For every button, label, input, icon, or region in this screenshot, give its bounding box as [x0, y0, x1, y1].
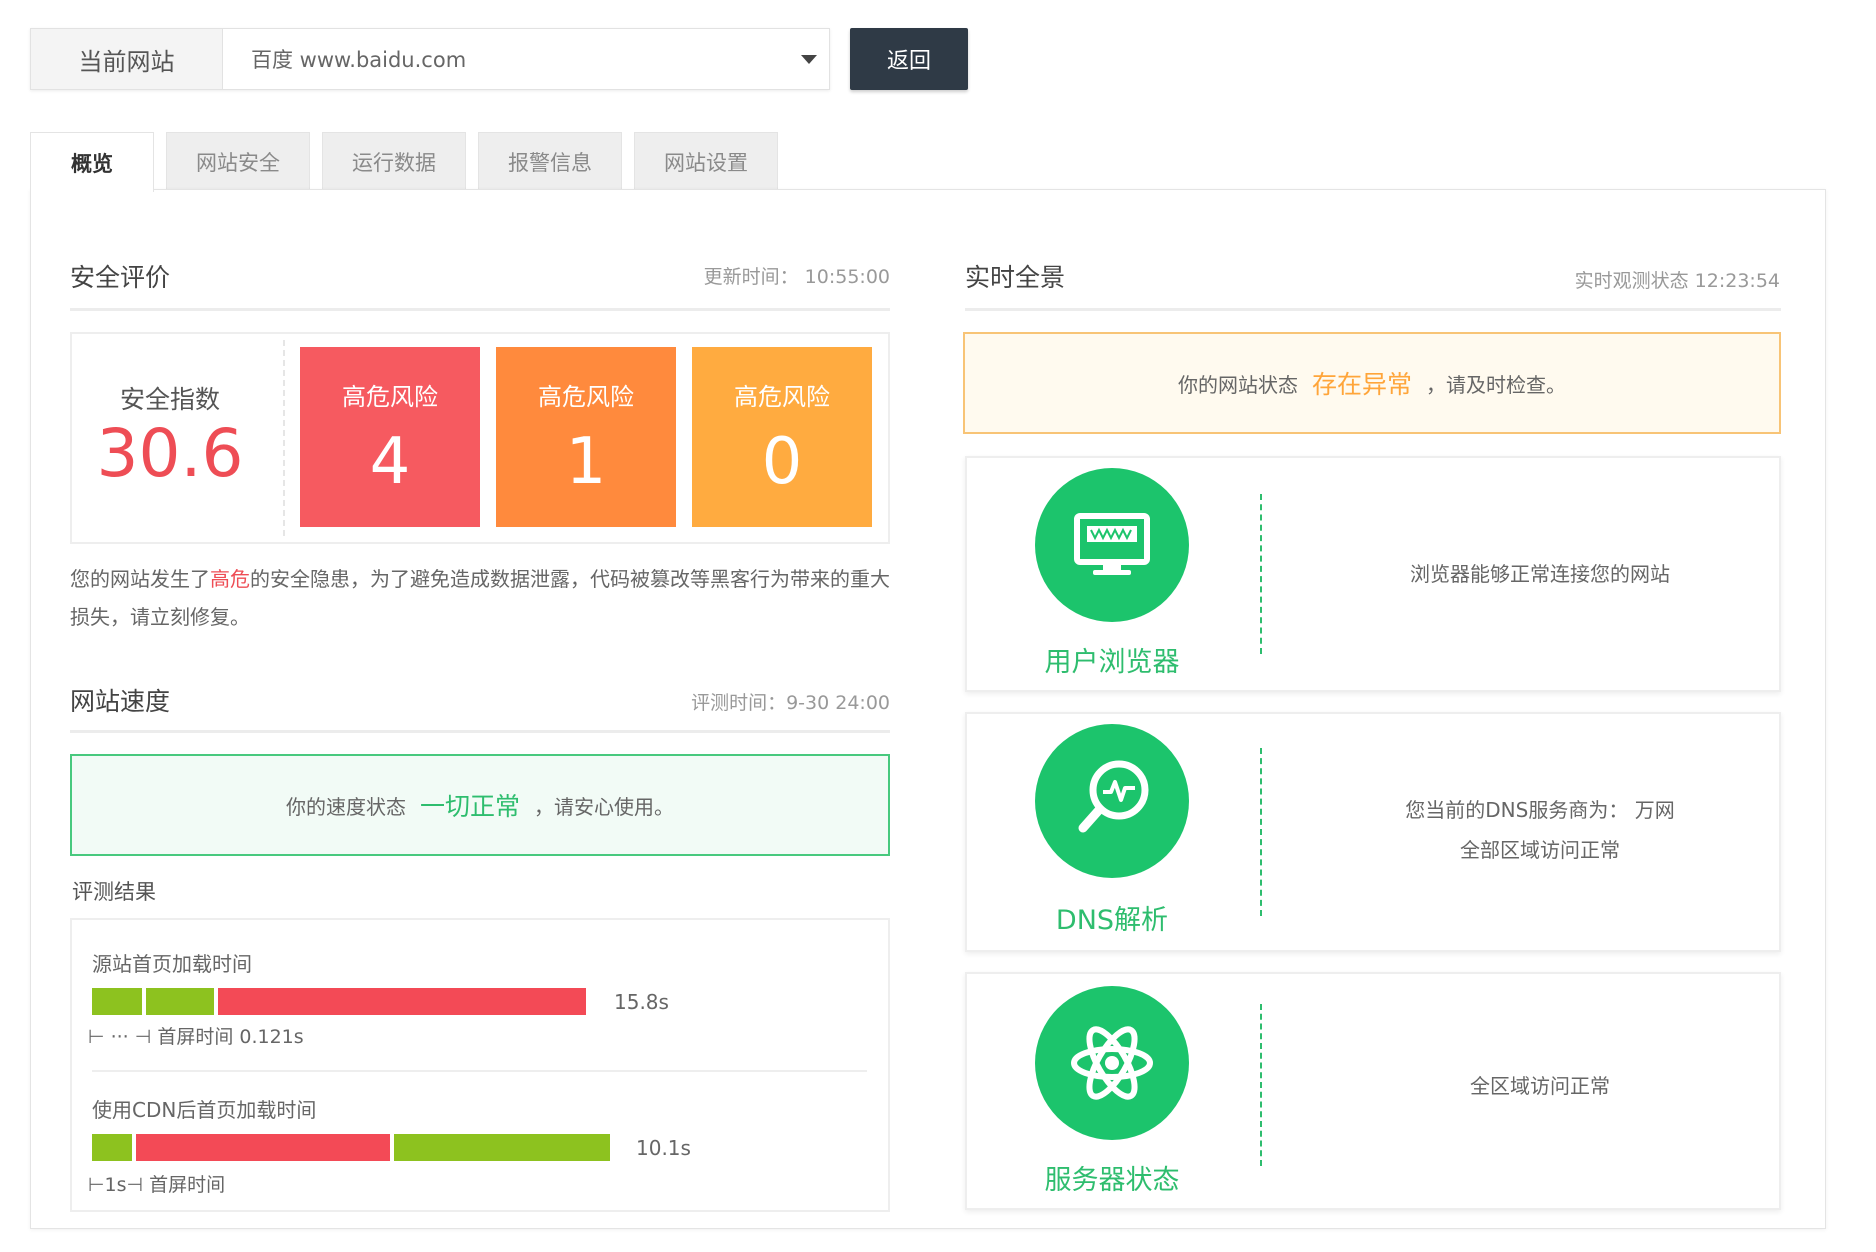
- risk-label: 高危风险: [342, 383, 438, 411]
- desc-line: 您当前的DNS服务商为： 万网: [1405, 798, 1675, 822]
- tab-site-settings[interactable]: 网站设置: [634, 132, 778, 190]
- bar-segment-green: [92, 988, 142, 1015]
- warning-highlight: 高危: [210, 567, 250, 591]
- risk-label: 高危风险: [538, 383, 634, 411]
- card-description: 浏览器能够正常连接您的网站: [1320, 554, 1760, 594]
- security-update-time: 更新时间： 10:55:00: [703, 266, 890, 288]
- bar-segment-green: [146, 988, 214, 1015]
- realtime-observe-time: 实时观测状态 12:23:54: [1574, 270, 1780, 292]
- desc-line: 浏览器能够正常连接您的网站: [1410, 562, 1670, 586]
- site-status-alert: 你的网站状态 存在异常 ，请及时检查。: [963, 332, 1781, 434]
- risk-count: 1: [565, 425, 607, 499]
- status-value: 一切正常: [419, 792, 520, 821]
- dns-search-icon: [1035, 724, 1189, 878]
- card-label: 用户浏览器: [1044, 647, 1180, 678]
- risk-card-low[interactable]: 高危风险 0: [692, 347, 872, 527]
- divider: [1260, 1004, 1262, 1166]
- bar-segment-green: [394, 1134, 610, 1161]
- security-title: 安全评价: [70, 263, 171, 292]
- desc-line: 全部区域访问正常: [1460, 838, 1620, 862]
- score-value: 30.6: [96, 415, 244, 492]
- status-suffix: ，请安心使用。: [534, 794, 674, 819]
- metric-note: ⊢1s⊣ 首屏时间: [88, 1174, 226, 1196]
- site-select-value[interactable]: 百度 www.baidu.com: [251, 29, 466, 89]
- score-label: 安全指数: [119, 385, 220, 414]
- divider: [283, 340, 285, 536]
- card-description: 全区域访问正常: [1320, 1066, 1760, 1106]
- card-description: 您当前的DNS服务商为： 万网 全部区域访问正常: [1320, 790, 1760, 870]
- desc-line: 全区域访问正常: [1470, 1074, 1610, 1098]
- alert-suffix: ，请及时检查。: [1426, 372, 1566, 397]
- tab-run-data[interactable]: 运行数据: [322, 132, 466, 190]
- divider: [70, 730, 890, 733]
- divider: [965, 308, 1781, 311]
- tab-alerts[interactable]: 报警信息: [478, 132, 622, 190]
- speed-eval-time: 评测时间：9-30 24:00: [691, 692, 890, 714]
- metric-value: 15.8s: [614, 990, 669, 1014]
- chevron-down-icon[interactable]: [801, 55, 817, 64]
- results-title: 评测结果: [72, 880, 156, 904]
- card-label: DNS解析: [1055, 905, 1169, 936]
- tab-overview[interactable]: 概览: [30, 132, 154, 192]
- realtime-title: 实时全景: [965, 263, 1066, 292]
- divider: [1260, 494, 1262, 654]
- server-atom-icon: [1035, 986, 1189, 1140]
- card-label: 服务器状态: [1044, 1165, 1180, 1196]
- tab-site-security[interactable]: 网站安全: [166, 132, 310, 190]
- site-selector[interactable]: 当前网站 百度 www.baidu.com: [30, 28, 830, 90]
- divider: [92, 1070, 867, 1072]
- metric-label: 源站首页加载时间: [92, 952, 252, 976]
- alert-prefix: 你的网站状态: [1177, 372, 1298, 397]
- speed-status-box: 你的速度状态 一切正常 ，请安心使用。: [70, 754, 890, 856]
- risk-label: 高危风险: [734, 383, 830, 411]
- status-prefix: 你的速度状态: [285, 794, 406, 819]
- divider: [70, 308, 890, 311]
- back-button[interactable]: 返回: [850, 28, 968, 90]
- security-warning-text: 您的网站发生了高危的安全隐患，为了避免造成数据泄露，代码被篡改等黑客行为带来的重…: [70, 560, 900, 636]
- site-label: 当前网站: [31, 29, 223, 89]
- metric-value: 10.1s: [636, 1136, 691, 1160]
- risk-card-medium[interactable]: 高危风险 1: [496, 347, 676, 527]
- speed-title: 网站速度: [70, 687, 171, 716]
- risk-count: 4: [369, 425, 411, 499]
- browser-monitor-icon: [1035, 468, 1189, 622]
- warning-prefix: 您的网站发生了: [70, 567, 210, 591]
- alert-value: 存在异常: [1311, 370, 1412, 399]
- bar-segment-red: [136, 1134, 390, 1161]
- bar-segment-green: [92, 1134, 132, 1161]
- risk-card-high[interactable]: 高危风险 4: [300, 347, 480, 527]
- bar-segment-red: [218, 988, 586, 1015]
- metric-note: ⊢ ··· ⊣ 首屏时间 0.121s: [88, 1026, 304, 1048]
- divider: [1260, 748, 1262, 916]
- metric-label: 使用CDN后首页加载时间: [92, 1098, 317, 1122]
- risk-count: 0: [761, 425, 803, 499]
